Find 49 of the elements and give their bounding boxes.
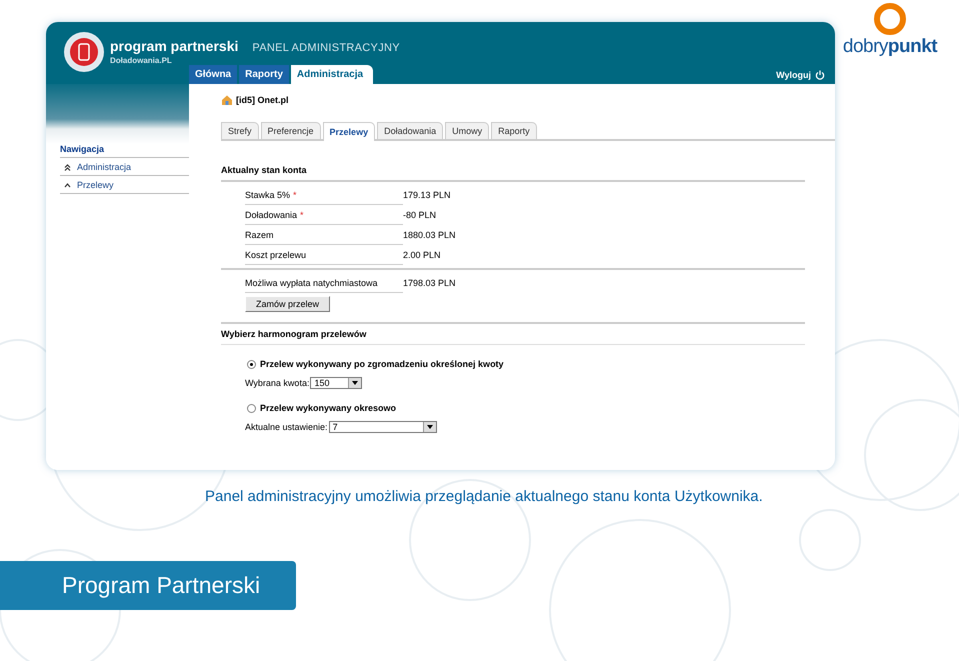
main-tab[interactable]: Raporty [239,65,289,84]
section-heading: Aktualny stan konta [221,165,805,182]
logout-button[interactable]: Wyloguj [776,70,825,80]
app-title: program partnerski [110,38,238,54]
row-label: Możliwa wypłata natychmiastowa [245,273,403,293]
main-tab[interactable]: Administracja [290,65,374,84]
row-value: -80 PLN [403,209,436,222]
caption: Panel administracyjny umożliwia przeglądanie aktualnego stanu konta Użytkownika. [205,488,764,505]
chevron-up-icon [64,164,71,170]
ring-logo-icon [873,2,907,36]
section-tab[interactable]: Umowy [445,122,490,139]
radio-label: Przelew wykonywany po zgromadzeniu określonej kwoty [260,359,504,369]
section-heading: Wybierz harmonogram przelewów [221,322,805,345]
caret-icon [352,381,358,385]
main-tab[interactable]: Główna [189,65,238,84]
phone-logo-icon [64,32,104,72]
field-label: Wybrana kwota: [245,378,310,388]
row-value: 2.00 PLN [403,249,441,262]
radio-label: Przelew wykonywany okresowo [260,403,396,413]
sidebar-item[interactable]: Przelewy [60,176,189,194]
section-tab[interactable]: Preferencje [260,122,321,139]
chevron-up-icon [64,182,71,188]
field-label: Aktualne ustawienie: [245,422,328,432]
brand-logo: dobrypunkt [842,36,938,58]
row-label: Razem [245,225,403,245]
section-tab[interactable]: Raporty [491,122,537,139]
section-tab[interactable]: Strefy [221,122,259,139]
radio-button[interactable] [247,360,256,368]
footer-band: Program Partnerski [0,561,296,610]
radio-button[interactable] [247,404,256,412]
dropdown-field[interactable]: 150 [310,377,362,389]
row-value: 1880.03 PLN [403,229,456,242]
power-icon [815,70,825,80]
row-label: Doładowania * [245,205,403,225]
app-subtitle: Doładowania.PL [110,56,173,65]
page-title: [id5] Onet.pl [236,95,288,105]
panel-label: PANEL ADMINISTRACYJNY [252,42,400,54]
row-value: 179.13 PLN [403,189,451,202]
order-transfer-button[interactable]: Zamów przelew [245,296,330,312]
section-tab[interactable]: Doładowania [377,122,444,139]
sidebar-item[interactable]: Administracja [60,158,189,176]
dropdown-field[interactable]: 7 [328,421,437,433]
section-tab[interactable]: Przelewy [322,122,376,141]
row-label: Stawka 5% * [245,185,403,205]
caret-icon [426,425,433,429]
house-icon [221,94,233,106]
navigation-heading: Nawigacja [60,139,189,158]
row-label: Koszt przelewu [245,245,403,265]
row-value: 1798.03 PLN [403,277,456,290]
